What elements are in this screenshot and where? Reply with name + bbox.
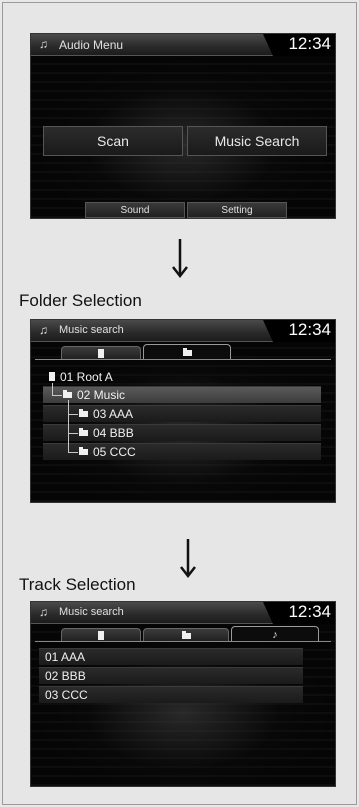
list-item-label: 01 AAA: [45, 650, 86, 664]
folder-icon: [79, 447, 88, 455]
tree-line: [68, 452, 78, 453]
list-item-label: 02 BBB: [45, 669, 86, 683]
list-item[interactable]: 02 Music: [43, 386, 321, 403]
list-item-label: 05 CCC: [93, 445, 136, 459]
tree-line: [52, 395, 62, 396]
tree-line: [52, 383, 53, 395]
audio-menu-screen: ♫ Audio Menu 12:34 Scan Music Search Sou…: [30, 33, 336, 219]
sound-button[interactable]: Sound: [85, 202, 185, 218]
tab-usb[interactable]: [61, 628, 141, 642]
tab-folder[interactable]: [143, 628, 229, 642]
tree-line: [68, 400, 69, 452]
list-item[interactable]: 03 CCC: [39, 686, 303, 703]
setting-button[interactable]: Setting: [187, 202, 287, 218]
list-item-label: 03 CCC: [45, 688, 88, 702]
page-frame: ♫ Audio Menu 12:34 Scan Music Search Sou…: [2, 2, 357, 805]
list-item[interactable]: 01 Root A: [43, 368, 321, 385]
screen-header: ♫ Music search 12:34: [31, 320, 335, 342]
clock-box: 12:34: [263, 602, 335, 624]
down-arrow-icon: [180, 539, 196, 579]
tab-folder[interactable]: [143, 344, 231, 360]
list-item-label: 04 BBB: [93, 426, 134, 440]
list-item[interactable]: 03 AAA: [43, 405, 321, 422]
music-note-icon: ♫: [39, 37, 48, 51]
list-item[interactable]: 04 BBB: [43, 424, 321, 441]
scan-button[interactable]: Scan: [43, 126, 183, 156]
tab-bar: ♪: [31, 624, 335, 642]
list-item[interactable]: 02 BBB: [39, 667, 303, 684]
screen-title: Music search: [59, 606, 124, 618]
tab-divider: [35, 641, 331, 642]
list-item[interactable]: 05 CCC: [43, 443, 321, 460]
track-selection-caption: Track Selection: [19, 575, 136, 594]
track-selection-screen: ♫ Music search 12:34 ♪ 01 AAA 02 BBB 03: [30, 601, 336, 787]
music-note-icon: ♪: [272, 628, 278, 641]
folder-icon: [182, 347, 192, 356]
music-note-icon: ♫: [39, 323, 48, 337]
clock: 12:34: [288, 602, 331, 621]
folder-icon: [79, 428, 88, 436]
screen-header: ♫ Audio Menu 12:34: [31, 34, 335, 56]
list-item[interactable]: 01 AAA: [39, 648, 303, 665]
screen-background: [31, 342, 335, 502]
folder-selection-caption: Folder Selection: [19, 291, 142, 310]
folder-icon: [79, 409, 88, 417]
screen-title: Music search: [59, 324, 124, 336]
folder-icon: [181, 630, 191, 639]
tab-divider: [35, 359, 331, 360]
folder-selection-screen: ♫ Music search 12:34 01 Root A 02 Music …: [30, 319, 336, 503]
clock: 12:34: [288, 34, 331, 53]
clock: 12:34: [288, 320, 331, 339]
tab-tracks[interactable]: ♪: [231, 626, 319, 642]
usb-icon: [98, 631, 104, 640]
folder-icon: [63, 390, 72, 398]
music-note-icon: ♫: [39, 605, 48, 619]
usb-icon: [49, 372, 55, 381]
clock-box: 12:34: [263, 34, 335, 56]
screen-header: ♫ Music search 12:34: [31, 602, 335, 624]
list-item-label: 02 Music: [77, 388, 126, 402]
tree-line: [68, 433, 78, 434]
clock-box: 12:34: [263, 320, 335, 342]
tab-bar: [31, 342, 335, 360]
tab-usb[interactable]: [61, 346, 141, 360]
list-item-label: 03 AAA: [93, 407, 134, 421]
usb-icon: [98, 349, 104, 358]
tree-line: [68, 414, 78, 415]
music-search-button[interactable]: Music Search: [187, 126, 327, 156]
list-item-label: 01 Root A: [60, 369, 113, 384]
down-arrow-icon: [172, 239, 188, 279]
screen-title: Audio Menu: [59, 38, 124, 52]
